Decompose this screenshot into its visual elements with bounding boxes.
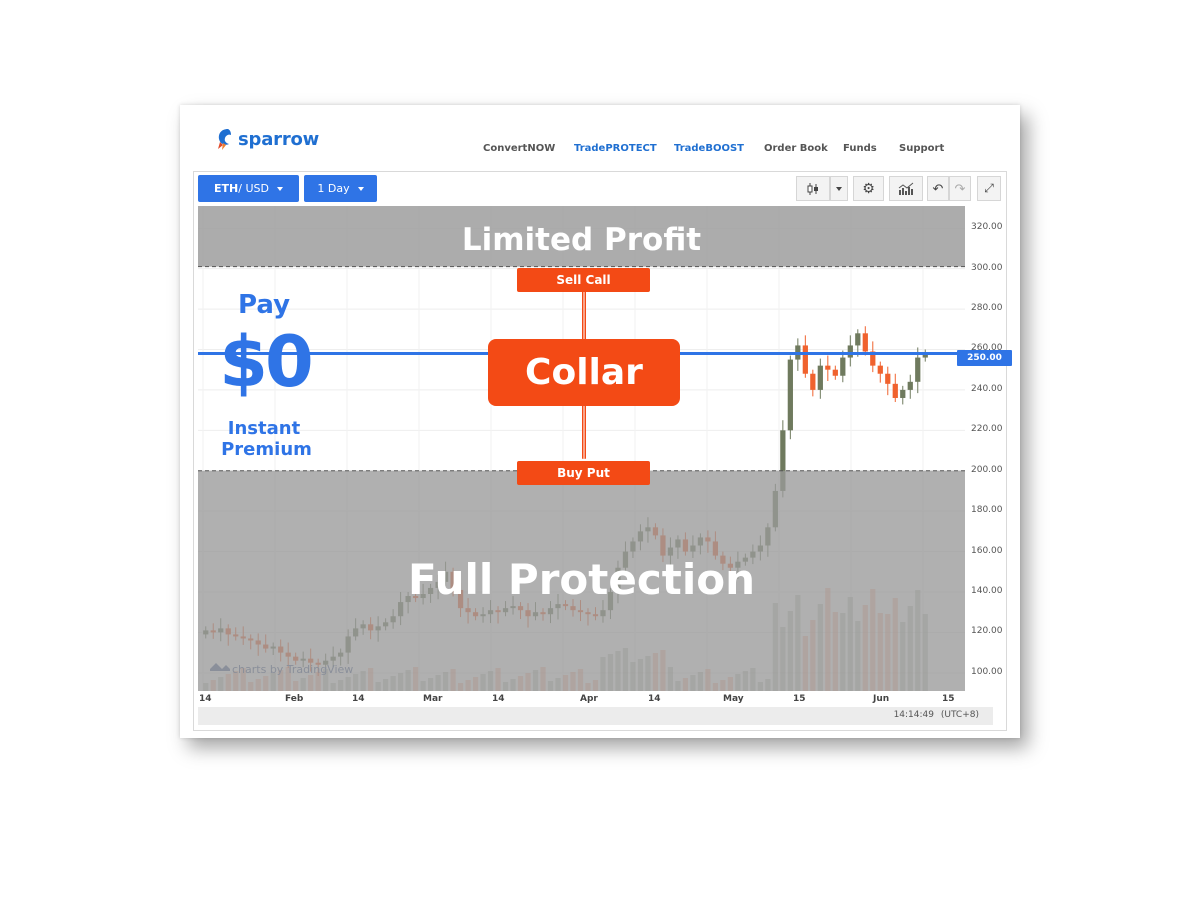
date-tick-label: Apr xyxy=(580,694,598,704)
buy-put-badge: Buy Put xyxy=(517,461,650,485)
symbol-base: ETH xyxy=(214,182,239,195)
premium-line-2: Premium xyxy=(221,439,312,460)
date-tick-label: 15 xyxy=(942,694,955,704)
date-tick-label: 14 xyxy=(352,694,365,704)
candle xyxy=(802,345,808,374)
price-tick-label: 200.00 xyxy=(971,464,1003,475)
candle xyxy=(885,373,891,384)
premium-amount: $0 xyxy=(219,321,313,403)
chart-type-button[interactable] xyxy=(796,176,830,201)
full-protection-zone-label: Full Protection xyxy=(408,555,755,604)
candle xyxy=(825,365,831,370)
price-tick-label: 220.00 xyxy=(971,424,1003,435)
candle xyxy=(862,333,868,352)
redo-button[interactable]: ↷ xyxy=(949,176,971,201)
price-tick-label: 280.00 xyxy=(971,303,1003,314)
limited-profit-zone-label: Limited Profit xyxy=(461,222,702,258)
settings-button[interactable]: ⚙ xyxy=(853,176,884,201)
price-tick-label: 100.00 xyxy=(971,666,1003,677)
pay-label: Pay xyxy=(237,290,291,320)
gear-icon: ⚙ xyxy=(862,180,875,196)
symbol-quote: / USD xyxy=(238,182,269,195)
date-tick-label: 14 xyxy=(648,694,661,704)
price-tick-label: 140.00 xyxy=(971,585,1003,596)
candle xyxy=(855,333,861,346)
candle xyxy=(877,365,883,374)
price-tick-label: 300.00 xyxy=(971,262,1003,273)
candle xyxy=(840,357,846,376)
candle xyxy=(892,383,898,398)
candle xyxy=(900,389,906,398)
collar-badge: Collar xyxy=(488,339,680,406)
nav-support[interactable]: Support xyxy=(899,143,944,154)
sparrow-bird-icon xyxy=(218,129,231,150)
chevron-down-icon xyxy=(357,186,364,191)
clock-tz: (UTC+8) xyxy=(940,710,979,720)
candle xyxy=(915,357,921,382)
clock-time: 14:14:49 xyxy=(893,710,934,720)
fullscreen-button[interactable]: ⤢ xyxy=(977,176,1001,201)
date-tick-label: 14 xyxy=(199,694,212,704)
date-tick-label: Feb xyxy=(285,694,304,704)
sparrow-logo[interactable]: sparrow xyxy=(216,125,319,153)
date-tick-label: 15 xyxy=(793,694,806,704)
status-bar: 14:14:49 (UTC+8) xyxy=(198,707,993,725)
sell-call-label: Sell Call xyxy=(556,273,611,287)
date-tick-label: 14 xyxy=(492,694,505,704)
chevron-down-icon xyxy=(276,186,283,191)
undo-button[interactable]: ↶ xyxy=(927,176,949,201)
date-tick-label: Jun xyxy=(873,694,890,704)
nav-funds[interactable]: Funds xyxy=(843,143,877,154)
date-tick-label: Mar xyxy=(423,694,443,704)
interval-selector[interactable]: 1 Day xyxy=(304,175,377,202)
indicators-icon xyxy=(898,182,914,195)
chart-type-dropdown[interactable] xyxy=(830,176,848,201)
current-price-tag: 250.00 xyxy=(957,350,1012,366)
symbol-selector[interactable]: ETH / USD xyxy=(198,175,299,202)
nav-order-book[interactable]: Order Book xyxy=(764,143,828,154)
interval-label: 1 Day xyxy=(317,182,350,195)
nav-convertnow[interactable]: ConvertNOW xyxy=(483,143,555,154)
brand-name: sparrow xyxy=(238,128,320,150)
fullscreen-icon: ⤢ xyxy=(984,181,994,195)
price-tick-label: 180.00 xyxy=(971,505,1003,516)
sell-call-badge: Sell Call xyxy=(517,268,650,292)
redo-icon: ↷ xyxy=(954,180,966,196)
candle xyxy=(817,365,823,390)
candle xyxy=(810,373,816,390)
premium-line-1: Instant xyxy=(227,418,301,439)
price-tick-label: 240.00 xyxy=(971,383,1003,394)
buy-put-label: Buy Put xyxy=(557,466,610,480)
indicators-button[interactable] xyxy=(889,176,923,201)
collar-label: Collar xyxy=(525,352,643,393)
candle xyxy=(832,369,838,376)
current-price-value: 250.00 xyxy=(967,353,1002,363)
candle xyxy=(847,345,853,358)
candles-icon xyxy=(807,182,818,195)
candle xyxy=(787,359,793,431)
clock: 14:14:49 (UTC+8) xyxy=(894,710,979,720)
nav-tradeboost[interactable]: TradeBOOST xyxy=(674,143,744,154)
undo-icon: ↶ xyxy=(932,180,944,196)
date-tick-label: May xyxy=(723,694,744,704)
price-tick-label: 160.00 xyxy=(971,545,1003,556)
tradingview-watermark: charts by TradingView xyxy=(232,663,353,676)
price-tick-label: 120.00 xyxy=(971,626,1003,637)
candle xyxy=(907,381,913,390)
chevron-down-icon xyxy=(836,186,842,191)
price-tick-label: 320.00 xyxy=(971,222,1003,233)
nav-tradeprotect[interactable]: TradePROTECT xyxy=(574,143,657,154)
